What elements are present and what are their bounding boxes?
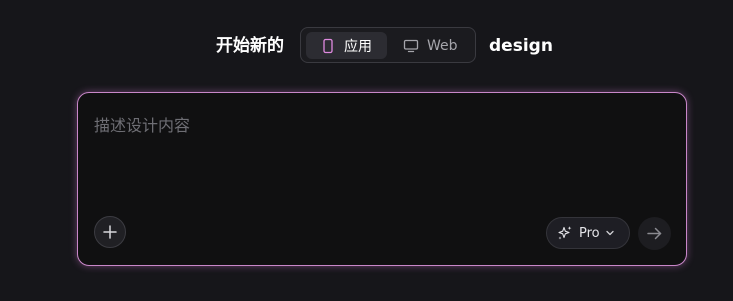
- send-button[interactable]: [638, 217, 671, 250]
- add-attachment-button[interactable]: [94, 216, 126, 248]
- header-title-suffix: design: [489, 36, 553, 56]
- mobile-phone-icon: [320, 38, 336, 54]
- platform-option-app[interactable]: 应用: [306, 32, 387, 59]
- plus-icon: [103, 225, 117, 239]
- model-selector-label: Pro: [579, 225, 600, 241]
- model-selector-button[interactable]: Pro: [546, 217, 630, 249]
- desktop-monitor-icon: [403, 38, 419, 54]
- sparkles-icon: [558, 226, 572, 240]
- chevron-down-icon: [605, 230, 614, 236]
- platform-option-app-label: 应用: [344, 38, 372, 55]
- platform-option-web-label: Web: [427, 37, 458, 54]
- prompt-card: Pro: [77, 92, 687, 266]
- page-header: 开始新的 应用 Web design: [0, 27, 733, 65]
- platform-option-web[interactable]: Web: [396, 32, 466, 59]
- header-title-prefix: 开始新的: [216, 36, 284, 56]
- prompt-input[interactable]: [94, 113, 670, 137]
- platform-toggle: 应用 Web: [300, 27, 476, 63]
- arrow-right-icon: [647, 227, 662, 240]
